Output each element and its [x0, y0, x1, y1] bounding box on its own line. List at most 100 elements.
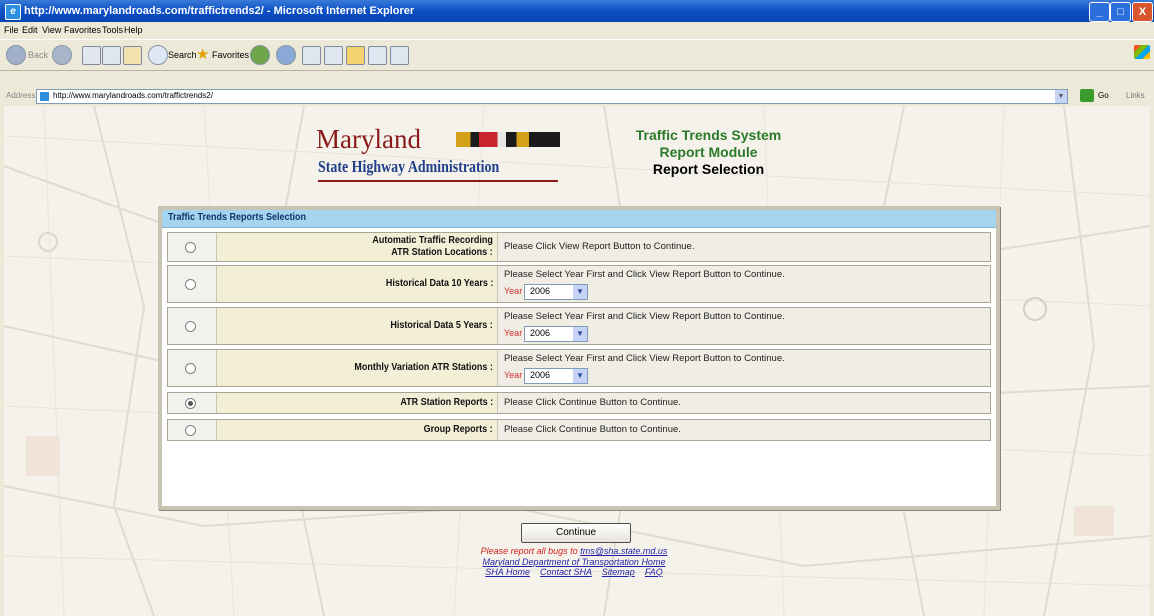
radio-cell: [168, 266, 217, 302]
radio-group-reports[interactable]: [185, 425, 196, 436]
forward-arrow-icon[interactable]: [52, 45, 72, 65]
radio-atr-station-reports[interactable]: [185, 398, 196, 409]
chevron-down-icon[interactable]: ▼: [573, 327, 587, 341]
menu-view[interactable]: View: [42, 25, 61, 35]
year-select[interactable]: 2006 ▼: [524, 326, 588, 342]
search-label[interactable]: Search: [168, 44, 197, 66]
chevron-down-icon[interactable]: ▼: [573, 369, 587, 383]
system-title-line2: Report Module: [659, 144, 758, 160]
logo-underline: [318, 180, 558, 182]
address-dropdown-icon[interactable]: ▼: [1055, 90, 1067, 103]
continue-button[interactable]: Continue: [521, 523, 631, 543]
maximize-button[interactable]: □: [1110, 2, 1131, 22]
footer-links: SHA Home Contact SHA Sitemap FAQ: [424, 567, 724, 578]
report-message: Please Select Year First and Click View …: [504, 269, 785, 280]
message-cell: Please Select Year First and Click View …: [498, 266, 990, 302]
message-cell: Please Select Year First and Click View …: [498, 350, 990, 386]
address-url[interactable]: http://www.marylandroads.com/traffictren…: [53, 91, 213, 100]
mdot-home-link[interactable]: Maryland Department of Transportation Ho…: [483, 557, 666, 567]
home-icon[interactable]: [123, 46, 142, 65]
radio-cell: [168, 350, 217, 386]
back-arrow-icon[interactable]: [6, 45, 26, 65]
go-button[interactable]: Go: [1098, 91, 1109, 100]
label-cell: Group Reports :: [217, 420, 498, 440]
report-message: Please Click Continue Button to Continue…: [504, 397, 681, 408]
system-title: Traffic Trends System Report Module Repo…: [626, 127, 791, 178]
report-row: Monthly Variation ATR Stations : Please …: [167, 349, 991, 387]
menu-edit[interactable]: Edit: [22, 25, 38, 35]
report-selection-panel: Traffic Trends Reports Selection Automat…: [158, 206, 1000, 510]
year-select[interactable]: 2006 ▼: [524, 368, 588, 384]
year-value: 2006: [530, 286, 551, 296]
print-icon[interactable]: [302, 46, 321, 65]
address-field[interactable]: http://www.marylandroads.com/traffictren…: [36, 89, 1068, 104]
menu-favorites[interactable]: Favorites: [64, 25, 101, 35]
favorites-label[interactable]: Favorites: [212, 44, 249, 66]
report-row: ATR Station Reports : Please Click Conti…: [167, 392, 991, 414]
bug-report-line: Please report all bugs to tms@sha.state.…: [424, 546, 724, 557]
radio-cell: [168, 420, 217, 440]
report-message: Please Click Continue Button to Continue…: [504, 424, 681, 435]
report-label: ATR Station Reports :: [400, 397, 493, 408]
report-message: Please Click View Report Button to Conti…: [504, 241, 695, 252]
menu-tools[interactable]: Tools: [102, 25, 123, 35]
label-cell: Historical Data 10 Years :: [217, 266, 498, 302]
faq-link[interactable]: FAQ: [645, 567, 663, 577]
sha-logo: Maryland State Highway Administration: [316, 124, 572, 182]
radio-historical-10[interactable]: [185, 279, 196, 290]
window-titlebar: e http://www.marylandroads.com/traffictr…: [0, 0, 1154, 22]
logo-sha-text: State Highway Administration: [318, 157, 500, 176]
report-message: Please Select Year First and Click View …: [504, 353, 785, 364]
favorites-star-icon[interactable]: ★: [196, 44, 209, 66]
search-icon[interactable]: [148, 45, 168, 65]
menu-bar: File Edit View Favorites Tools Help: [0, 22, 1154, 59]
radio-monthly-variation[interactable]: [185, 363, 196, 374]
label-cell: ATR Station Reports :: [217, 393, 498, 413]
sha-home-link[interactable]: SHA Home: [485, 567, 530, 577]
message-cell: Please Click View Report Button to Conti…: [498, 233, 990, 261]
report-label: Automatic Traffic Recording: [372, 235, 493, 246]
messenger-icon[interactable]: [390, 46, 409, 65]
page-content: Maryland State Highway Administration Tr…: [4, 106, 1150, 616]
edit-icon[interactable]: [324, 46, 343, 65]
menu-help[interactable]: Help: [124, 25, 143, 35]
label-cell: Historical Data 5 Years :: [217, 308, 498, 344]
go-arrow-icon[interactable]: [1080, 89, 1094, 102]
history-icon[interactable]: [250, 45, 270, 65]
maryland-flag-icon: [456, 132, 560, 147]
radio-cell: [168, 233, 217, 261]
panel-title: Traffic Trends Reports Selection: [168, 212, 307, 223]
mail-icon[interactable]: [276, 45, 296, 65]
chevron-down-icon[interactable]: ▼: [573, 285, 587, 299]
report-message: Please Select Year First and Click View …: [504, 311, 785, 322]
sitemap-link[interactable]: Sitemap: [602, 567, 635, 577]
report-label: Monthly Variation ATR Stations :: [354, 362, 493, 373]
bug-report-text: Please report all bugs to: [480, 546, 578, 556]
folder-icon[interactable]: [346, 46, 365, 65]
refresh-icon[interactable]: [102, 46, 121, 65]
research-icon[interactable]: [368, 46, 387, 65]
address-label: Address: [6, 91, 36, 100]
radio-atr-locations[interactable]: [185, 242, 196, 253]
minimize-button[interactable]: _: [1089, 2, 1110, 22]
year-value: 2006: [530, 370, 551, 380]
ie-logo-icon: e: [5, 4, 21, 20]
back-label[interactable]: Back: [28, 44, 48, 66]
radio-historical-5[interactable]: [185, 321, 196, 332]
system-title-line1: Traffic Trends System: [635, 127, 782, 143]
report-label: Historical Data 5 Years :: [390, 320, 493, 331]
report-row: Historical Data 10 Years : Please Select…: [167, 265, 991, 303]
label-cell: Monthly Variation ATR Stations :: [217, 350, 498, 386]
radio-cell: [168, 308, 217, 344]
year-select[interactable]: 2006 ▼: [524, 284, 588, 300]
contact-sha-link[interactable]: Contact SHA: [540, 567, 592, 577]
address-bar: Address http://www.marylandroads.com/tra…: [0, 88, 1154, 105]
stop-icon[interactable]: [82, 46, 101, 65]
menu-file[interactable]: File: [4, 25, 19, 35]
links-button[interactable]: Links: [1126, 91, 1145, 100]
logo-maryland-text: Maryland: [316, 124, 421, 154]
bug-email-link[interactable]: tms@sha.state.md.us: [580, 546, 667, 556]
close-button[interactable]: X: [1132, 2, 1153, 22]
system-title-line3: Report Selection: [652, 161, 765, 177]
radio-cell: [168, 393, 217, 413]
